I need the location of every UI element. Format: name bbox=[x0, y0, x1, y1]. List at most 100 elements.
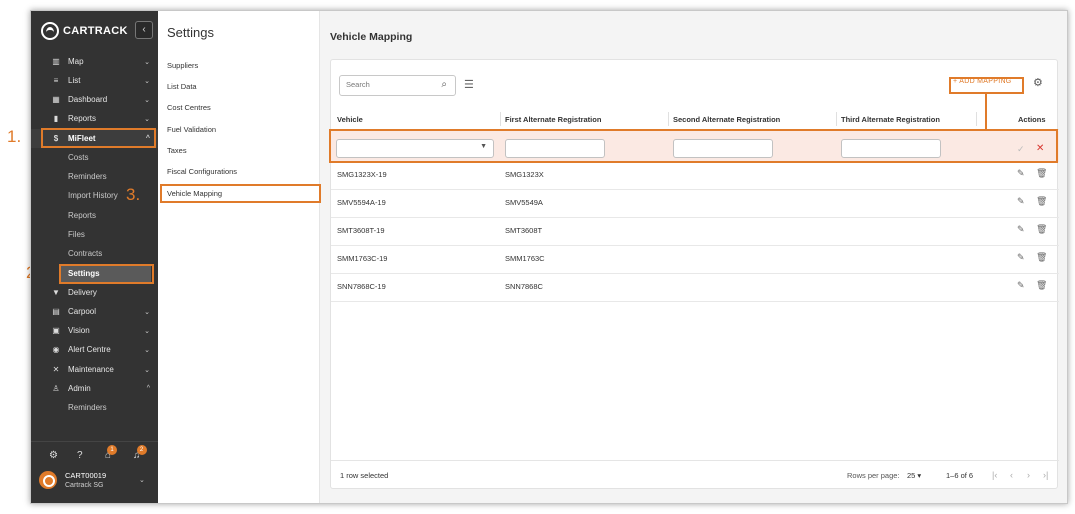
edit-icon[interactable]: ✎ bbox=[1017, 280, 1025, 291]
chevron-down-icon: ⌄ bbox=[144, 115, 150, 123]
edit-icon[interactable]: ✎ bbox=[1017, 252, 1025, 263]
sidebar-item-carpool[interactable]: ▤ Carpool ⌄ bbox=[31, 302, 158, 321]
chevron-left-icon[interactable]: ‹ bbox=[135, 21, 153, 39]
table-footer: 1 row selected Rows per page: 25 ▾ 1–6 o… bbox=[331, 460, 1059, 490]
delete-icon[interactable]: 🗑 bbox=[1036, 196, 1047, 207]
annotation-connector bbox=[985, 94, 987, 130]
delete-icon[interactable]: 🗑 bbox=[1036, 280, 1047, 291]
table-row: SMG1323X-19 SMG1323X ✎ 🗑 bbox=[331, 162, 1059, 190]
list-icon: ≡ bbox=[53, 76, 59, 85]
sidebar-sub-reports[interactable]: Reports bbox=[68, 206, 96, 225]
bell-icon[interactable]: ♫ 2 bbox=[133, 445, 147, 461]
delete-icon[interactable]: 🗑 bbox=[1036, 168, 1047, 179]
column-header-third-alt[interactable]: Third Alternate Registration bbox=[841, 115, 940, 124]
search-input[interactable] bbox=[346, 80, 431, 89]
filter-icon[interactable]: ☰ bbox=[464, 78, 474, 91]
chevron-down-icon: ⌄ bbox=[144, 346, 150, 354]
table-row: SMM1763C-19 SMM1763C ✎ 🗑 bbox=[331, 246, 1059, 274]
chevron-down-icon[interactable]: ⌄ bbox=[139, 476, 145, 484]
chevron-down-icon: ⌄ bbox=[144, 77, 150, 85]
settings-item-list-data[interactable]: List Data bbox=[167, 82, 197, 91]
first-page-icon[interactable]: |‹ bbox=[992, 470, 997, 480]
column-separator bbox=[836, 112, 837, 126]
edit-icon[interactable]: ✎ bbox=[1017, 168, 1025, 179]
annotation-box-vehicle-mapping bbox=[160, 184, 321, 203]
prev-page-icon[interactable]: ‹ bbox=[1010, 470, 1013, 480]
sidebar-item-label: List bbox=[68, 76, 81, 85]
annotation-box-mifleet bbox=[41, 128, 156, 148]
sidebar-item-label: Map bbox=[68, 57, 84, 66]
selection-count: 1 row selected bbox=[340, 471, 389, 480]
settings-gear-icon[interactable]: ⚙ bbox=[49, 450, 58, 461]
rows-per-page-select[interactable]: 25 ▾ bbox=[907, 471, 921, 480]
search-icon[interactable]: ⌕ bbox=[441, 79, 447, 90]
cartrack-logo-icon bbox=[41, 22, 59, 40]
delete-icon[interactable]: 🗑 bbox=[1036, 252, 1047, 263]
sidebar-footer: ⚙ ? ⌂ 1 ♫ 2 CART00019 Cartrack SG ⌄ bbox=[31, 441, 158, 503]
sidebar-item-maintenance[interactable]: ✕ Maintenance ⌄ bbox=[31, 360, 158, 379]
chevron-down-icon: ⌄ bbox=[144, 327, 150, 335]
last-page-icon[interactable]: ›| bbox=[1043, 470, 1048, 480]
sidebar-sub-import-history[interactable]: Import History bbox=[68, 186, 118, 205]
avatar bbox=[39, 471, 57, 489]
column-header-first-alt[interactable]: First Alternate Registration bbox=[505, 115, 601, 124]
announcement-icon[interactable]: ⌂ 1 bbox=[105, 445, 118, 461]
edit-icon[interactable]: ✎ bbox=[1017, 196, 1025, 207]
user-id: CART00019 bbox=[65, 471, 107, 480]
settings-item-suppliers[interactable]: Suppliers bbox=[167, 61, 198, 70]
settings-item-taxes[interactable]: Taxes bbox=[167, 146, 187, 155]
settings-item-fiscal-configurations[interactable]: Fiscal Configurations bbox=[167, 167, 237, 176]
settings-panel: Settings Suppliers List Data Cost Centre… bbox=[158, 11, 320, 503]
annotation-box-settings bbox=[59, 264, 154, 284]
column-header-vehicle[interactable]: Vehicle bbox=[337, 115, 363, 124]
brand-name: CARTRACK bbox=[63, 25, 128, 37]
sidebar-sub-reminders[interactable]: Reminders bbox=[68, 167, 107, 186]
next-page-icon[interactable]: › bbox=[1027, 470, 1030, 480]
annotation-1: 1. bbox=[7, 127, 22, 146]
help-icon[interactable]: ? bbox=[77, 450, 83, 461]
delete-icon[interactable]: 🗑 bbox=[1036, 224, 1047, 235]
rows-per-page-label: Rows per page: bbox=[847, 471, 900, 480]
column-separator bbox=[976, 112, 977, 126]
admin-icon: ♙ bbox=[52, 384, 60, 393]
column-separator bbox=[668, 112, 669, 126]
cell-vehicle: SMT3608T-19 bbox=[337, 226, 385, 235]
brand[interactable]: CARTRACK bbox=[41, 20, 128, 42]
wrench-icon: ✕ bbox=[52, 365, 60, 374]
cell-first-alt: SMM1763C bbox=[505, 254, 545, 263]
settings-item-cost-centres[interactable]: Cost Centres bbox=[167, 103, 211, 112]
sidebar-item-alert-centre[interactable]: ◉ Alert Centre ⌄ bbox=[31, 340, 158, 359]
sidebar-item-dashboard[interactable]: ▦ Dashboard ⌄ bbox=[31, 90, 158, 109]
alert-icon: ◉ bbox=[52, 345, 60, 354]
sidebar-item-list[interactable]: ≡ List ⌄ bbox=[31, 71, 158, 90]
annotation-box-add-mapping bbox=[949, 77, 1024, 94]
sidebar-sub-costs[interactable]: Costs bbox=[68, 148, 88, 167]
user-company: Cartrack SG bbox=[65, 482, 104, 489]
column-header-second-alt[interactable]: Second Alternate Registration bbox=[673, 115, 780, 124]
sidebar-sub-files[interactable]: Files bbox=[68, 225, 85, 244]
edit-icon[interactable]: ✎ bbox=[1017, 224, 1025, 235]
dashboard-icon: ▦ bbox=[52, 95, 60, 104]
chevron-up-icon: ^ bbox=[146, 385, 150, 392]
annotation-3: 3. bbox=[126, 185, 141, 204]
badge-count: 1 bbox=[107, 445, 118, 455]
sidebar-sub-admin-reminders[interactable]: Reminders bbox=[68, 398, 107, 417]
chevron-down-icon: ⌄ bbox=[144, 308, 150, 316]
sidebar-item-vision[interactable]: ▣ Vision ⌄ bbox=[31, 321, 158, 340]
table-row: SMV5594A-19 SMV5549A ✎ 🗑 bbox=[331, 190, 1059, 218]
cell-vehicle: SNN7868C-19 bbox=[337, 282, 386, 291]
gear-icon[interactable]: ⚙ bbox=[1033, 76, 1043, 89]
cell-vehicle: SMG1323X-19 bbox=[337, 170, 387, 179]
user-menu[interactable]: CART00019 Cartrack SG bbox=[39, 471, 106, 489]
sidebar-item-map[interactable]: ▥ Map ⌄ bbox=[31, 52, 158, 71]
sidebar-item-label: Delivery bbox=[68, 288, 97, 297]
sidebar-item-delivery[interactable]: ▼ Delivery bbox=[31, 283, 158, 302]
settings-item-fuel-validation[interactable]: Fuel Validation bbox=[167, 125, 216, 134]
sidebar-item-label: Vision bbox=[68, 326, 90, 335]
sidebar-item-admin[interactable]: ♙ Admin ^ bbox=[31, 379, 158, 398]
sidebar-item-reports[interactable]: ▮ Reports ⌄ bbox=[31, 109, 158, 128]
sidebar-sub-contracts[interactable]: Contracts bbox=[68, 244, 102, 263]
page-title: Vehicle Mapping bbox=[330, 31, 413, 43]
column-header-actions: Actions bbox=[1018, 115, 1046, 124]
search-box[interactable]: ⌕ bbox=[339, 75, 456, 96]
